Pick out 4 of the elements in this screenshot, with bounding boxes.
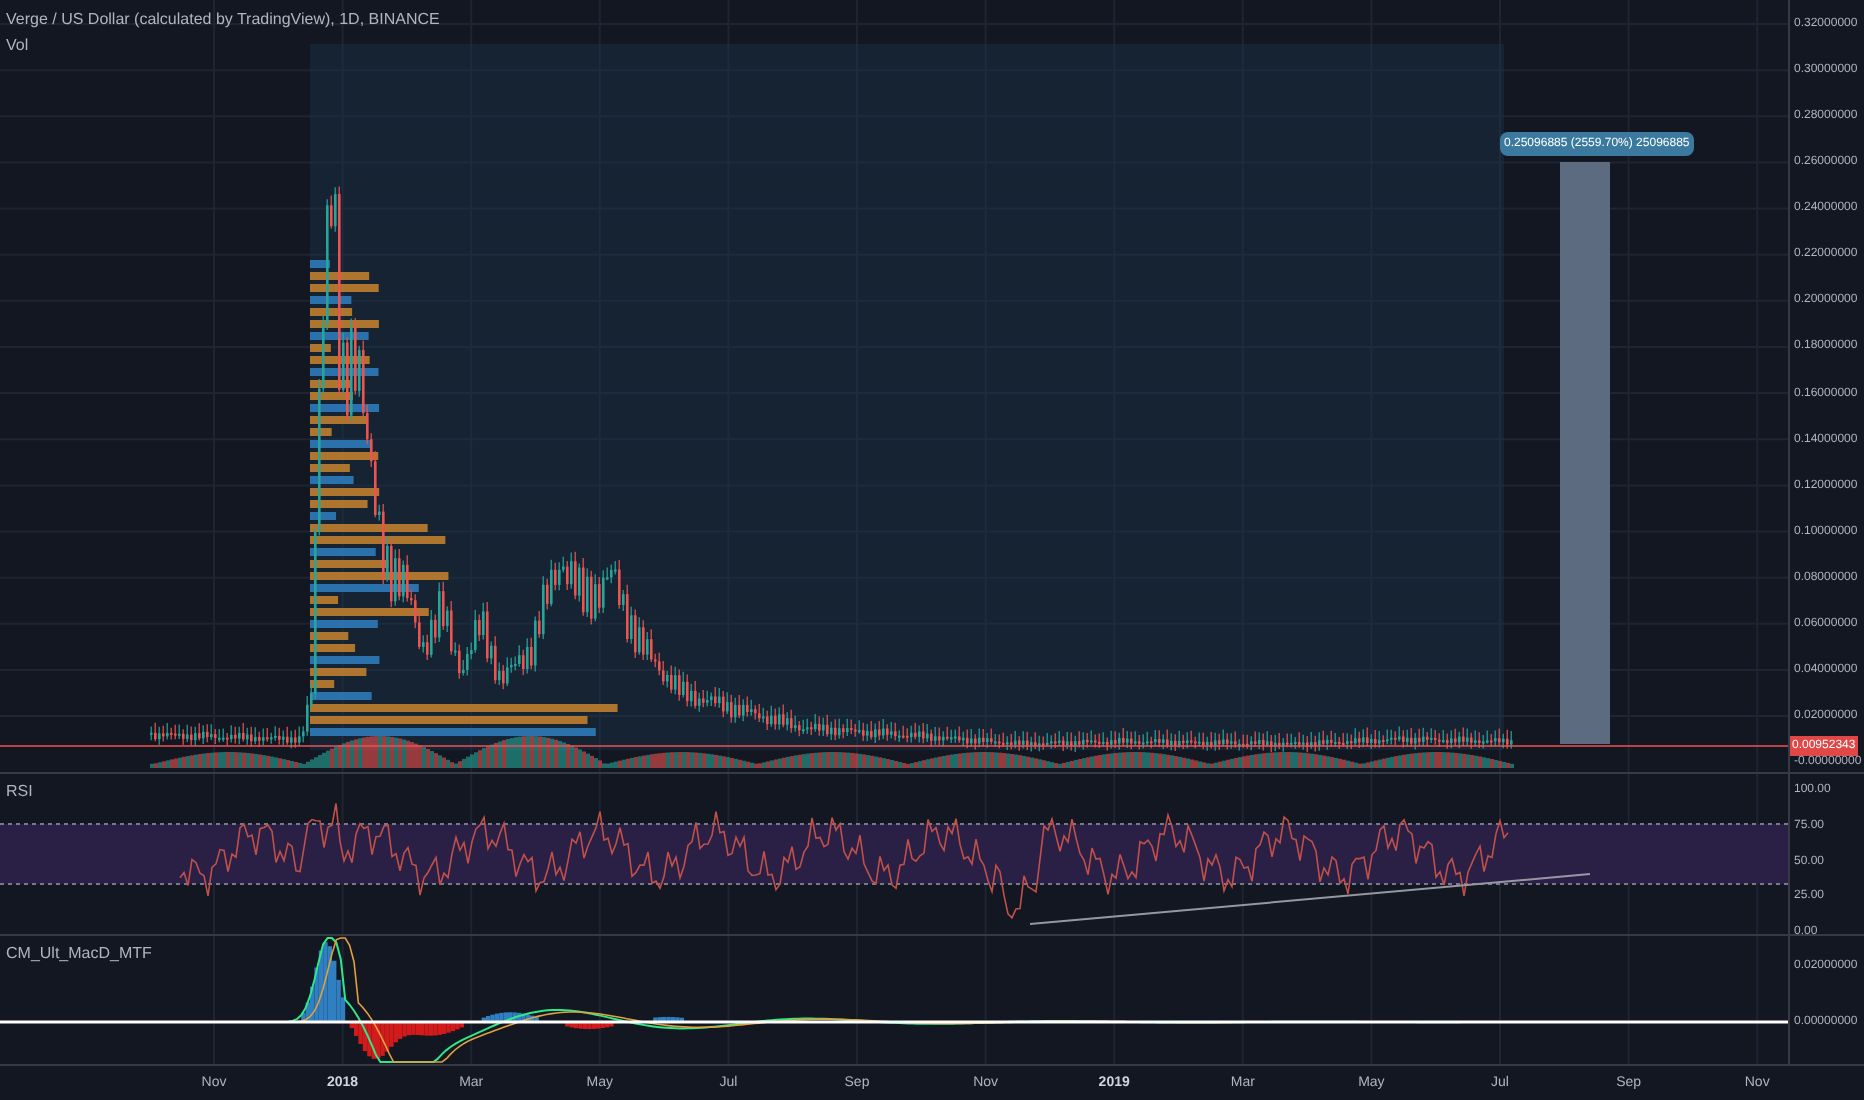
macd-title: CM_Ult_MacD_MTF — [6, 942, 152, 966]
chart-title: Verge / US Dollar (calculated by TradingView), 1D, BINANCE — [6, 8, 440, 32]
rsi-title: RSI — [6, 780, 33, 804]
volume-label: Vol — [6, 34, 31, 58]
